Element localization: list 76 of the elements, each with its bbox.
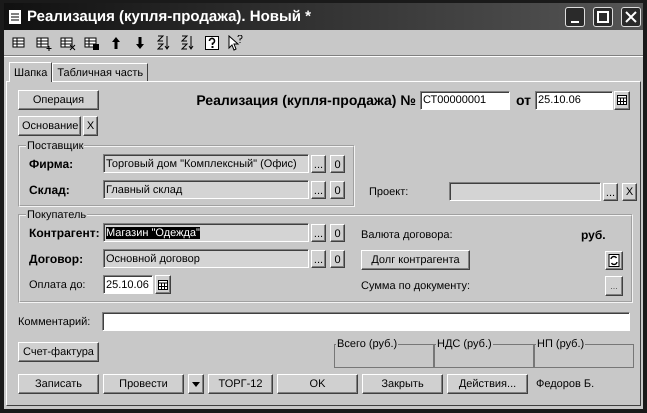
sort-ascending-icon: [157, 35, 171, 50]
action-button[interactable]: ТОРГ-12: [208, 374, 273, 394]
maximize-icon: [597, 10, 609, 22]
calendar-button[interactable]: [155, 275, 171, 294]
total-label: НДС (руб.): [436, 338, 493, 350]
action-button[interactable]: OK: [277, 374, 358, 394]
input-field[interactable]: Основной договор: [103, 249, 309, 268]
project-field[interactable]: [449, 182, 601, 201]
maximize-button[interactable]: [593, 6, 613, 26]
tab[interactable]: Шапка: [9, 62, 52, 82]
total-label: НП (руб.): [536, 338, 586, 350]
operation-button[interactable]: Операция: [18, 90, 99, 110]
total-label: Всего (руб.): [336, 338, 398, 350]
open-button[interactable]: 0: [330, 224, 345, 242]
up-arrow-icon: [111, 36, 121, 50]
table-copy-icon: [84, 34, 100, 50]
field-label: Склад:: [29, 182, 71, 196]
table-add-icon: [36, 34, 52, 50]
date-field[interactable]: 25.10.06: [103, 275, 153, 294]
select-button[interactable]: ...: [311, 250, 326, 268]
refresh-icon: [608, 254, 620, 266]
action-button[interactable]: Записать: [18, 374, 99, 394]
number-field[interactable]: СТ00000001: [420, 90, 510, 110]
comment-field[interactable]: [102, 312, 630, 331]
date-field[interactable]: 25.10.06: [535, 90, 613, 110]
calendar-icon: [617, 95, 627, 105]
close-icon: [625, 10, 637, 22]
open-button[interactable]: 0: [330, 154, 345, 172]
sum-label: Сумма по документу:: [361, 280, 470, 292]
currency-label: Валюта договора:: [361, 228, 454, 240]
window-title: Реализация (купля-продажа). Новый *: [27, 8, 312, 25]
field-label: Фирма:: [29, 156, 74, 170]
select-button[interactable]: ...: [311, 154, 326, 172]
input-field[interactable]: Главный склад: [103, 180, 309, 199]
invoice-button[interactable]: Счет-фактура: [18, 342, 99, 362]
project-label: Проект:: [369, 186, 410, 198]
minimize-icon: [571, 20, 579, 22]
action-button[interactable]: Закрыть: [362, 374, 443, 394]
field-label: Контрагент:: [29, 226, 101, 240]
field-label: Оплата до:: [29, 278, 86, 290]
action-button[interactable]: Провести: [103, 374, 184, 394]
caret-icon: [192, 382, 200, 386]
clear-button[interactable]: X: [83, 116, 98, 136]
currency-value: руб.: [581, 228, 606, 242]
dropdown-button[interactable]: [188, 374, 204, 394]
author-name: Федоров Б.: [536, 378, 594, 390]
comment-label: Комментарий:: [18, 316, 92, 328]
tab[interactable]: Табличная часть: [52, 63, 148, 81]
select-button[interactable]: ...: [603, 182, 618, 200]
table-delete-icon: [60, 34, 76, 50]
pointer-help-icon: [228, 34, 244, 50]
select-button[interactable]: ...: [311, 224, 326, 242]
select-button[interactable]: ...: [311, 180, 326, 198]
sort-descending-icon: [181, 35, 195, 50]
basis-button[interactable]: Основание: [18, 116, 81, 136]
input-field[interactable]: Торговый дом "Комплексный" (Офис): [103, 154, 309, 173]
debt-button[interactable]: Долг контрагента: [361, 250, 470, 270]
date-label: от: [516, 92, 531, 108]
close-button[interactable]: [621, 6, 641, 26]
calendar-icon: [158, 280, 168, 290]
down-arrow-icon: [135, 36, 145, 50]
calendar-button[interactable]: [614, 90, 630, 110]
clear-button[interactable]: X: [622, 182, 637, 200]
input-field[interactable]: Магазин "Одежда": [103, 223, 309, 242]
document-icon: [9, 10, 21, 24]
document-title: Реализация (купля-продажа) №: [196, 92, 416, 108]
open-button[interactable]: 0: [330, 250, 345, 268]
refresh-button[interactable]: [605, 250, 623, 270]
sum-button[interactable]: ...: [605, 276, 623, 296]
group-title: Поставщик: [26, 140, 84, 152]
action-button[interactable]: Действия...: [447, 374, 528, 394]
group-title: Покупатель: [26, 209, 88, 221]
field-label: Договор:: [29, 252, 84, 266]
open-button[interactable]: 0: [330, 180, 345, 198]
minimize-button[interactable]: [565, 6, 585, 26]
help-icon: [205, 36, 219, 50]
